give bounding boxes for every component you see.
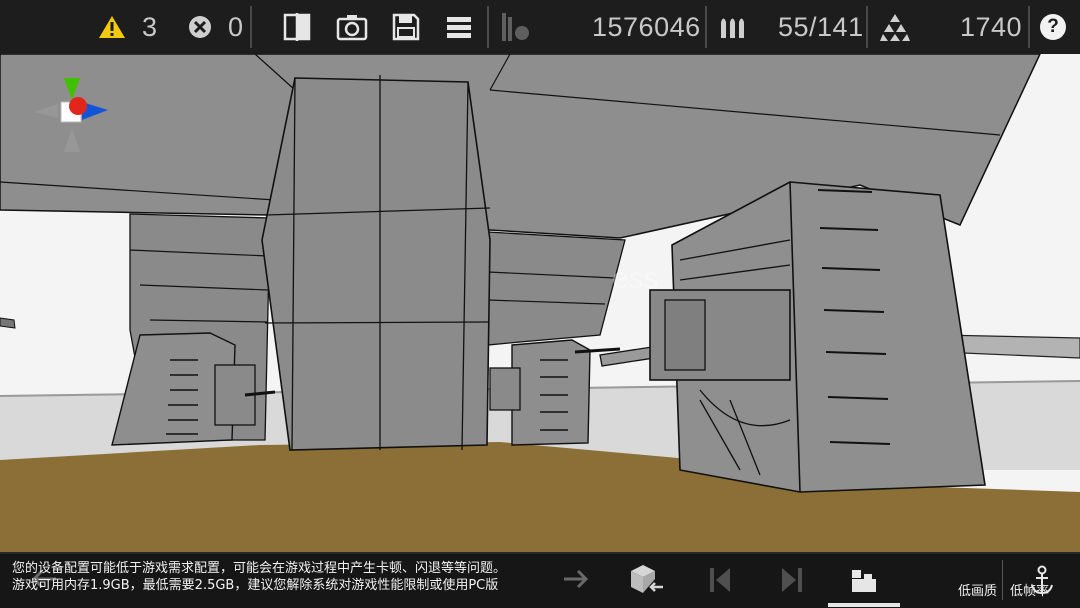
poly-count-value: 1740 xyxy=(960,11,1023,42)
poly-indicator xyxy=(880,0,910,54)
list-menu-icon xyxy=(447,17,471,38)
error-count: 0 xyxy=(228,11,244,42)
record-icon xyxy=(502,13,529,41)
part-library-button[interactable] xyxy=(622,552,672,608)
view-mode-active-indicator xyxy=(828,603,900,607)
split-view-button[interactable] xyxy=(282,0,312,54)
toolbar-divider xyxy=(866,6,868,48)
toolbar-divider xyxy=(487,6,489,48)
step-forward-icon xyxy=(782,568,802,592)
parts-count: 55/141 xyxy=(778,0,864,54)
3d-viewport[interactable] xyxy=(0,0,1080,608)
orientation-gizmo[interactable] xyxy=(30,72,114,156)
vertex-count-value: 1576046 xyxy=(592,11,701,42)
gizmo-y-axis xyxy=(64,78,80,100)
error-indicator[interactable]: 0 xyxy=(188,0,244,54)
next-button[interactable] xyxy=(766,552,816,608)
previous-button[interactable] xyxy=(696,552,746,608)
scene-view-icon xyxy=(852,570,876,592)
error-icon xyxy=(189,16,211,38)
gizmo-neg-x-axis xyxy=(34,104,58,118)
save-icon xyxy=(392,13,420,41)
gizmo-z-axis xyxy=(69,97,87,115)
toolbar-divider xyxy=(705,6,707,48)
ammo-icon xyxy=(721,18,744,38)
anchor-icon xyxy=(1031,565,1053,595)
top-toolbar xyxy=(0,0,1080,54)
menu-button[interactable] xyxy=(446,0,472,54)
screenshot-button[interactable] xyxy=(336,0,368,54)
step-back-icon xyxy=(710,568,730,592)
view-mode-button[interactable] xyxy=(828,552,900,608)
quality-toggle[interactable]: 低画质 xyxy=(958,580,997,599)
camera-icon xyxy=(336,15,368,41)
help-button[interactable]: ? xyxy=(1040,0,1066,54)
poly-count: 1740 xyxy=(960,0,1022,54)
ammo-indicator xyxy=(718,0,748,54)
warning-icon xyxy=(99,16,125,38)
split-view-icon xyxy=(283,13,311,41)
record-button[interactable] xyxy=(500,0,532,54)
parts-count-value: 55/141 xyxy=(778,11,864,42)
toolbar-divider xyxy=(1028,6,1030,48)
performance-warning-line-2: 游戏可用内存1.9GB，最低需要2.5GB，建议您解除系统对游戏性能限制或使用P… xyxy=(12,578,499,593)
bottom-divider xyxy=(1002,560,1003,600)
gizmo-neg-z-axis xyxy=(64,128,80,152)
cube-arrow-icon xyxy=(631,565,663,593)
central-pillar xyxy=(261,75,491,451)
save-button[interactable] xyxy=(392,0,420,54)
help-icon: ? xyxy=(1040,14,1066,40)
watermark-text: ess xyxy=(612,262,659,295)
distant-fragment xyxy=(0,317,16,329)
toolbar-divider xyxy=(250,6,252,48)
performance-warning-line-1: 您的设备配置可能低于游戏需求配置，可能会在游戏过程中产生卡顿、闪退等等问题。 xyxy=(12,561,507,576)
vertex-count: 1576046 xyxy=(592,0,701,54)
warning-indicator[interactable]: 3 xyxy=(98,0,158,54)
anchor-button[interactable] xyxy=(1025,552,1059,608)
cluster-icon xyxy=(880,14,910,41)
performance-warning: 您的设备配置可能低于游戏需求配置，可能会在游戏过程中产生卡顿、闪退等等问题。 游… xyxy=(12,560,612,594)
warning-count: 3 xyxy=(142,11,158,42)
